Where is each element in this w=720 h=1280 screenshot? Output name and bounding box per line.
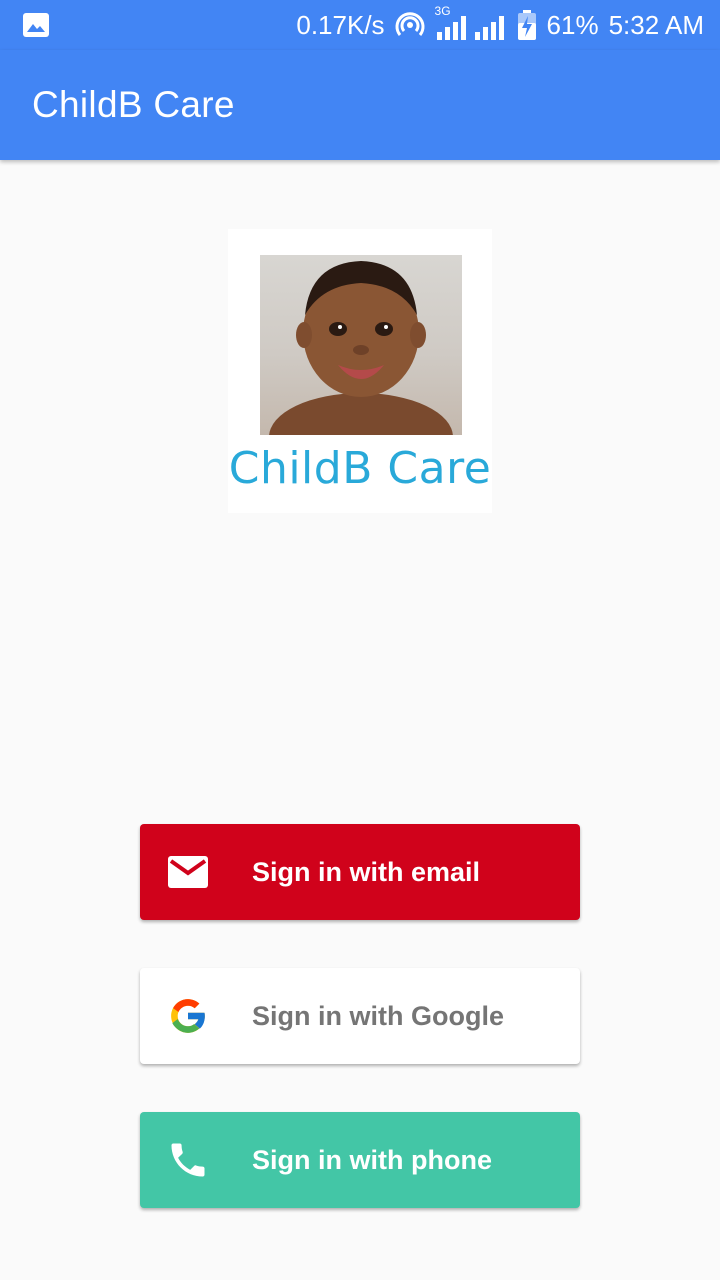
battery-charging-icon [517,10,537,40]
app-logo: ChildB Care [228,229,492,513]
email-icon [166,850,210,894]
baby-photo [260,255,462,435]
sign-in-google-label: Sign in with Google [252,1001,504,1031]
sign-in-phone-button[interactable]: Sign in with phone [140,1112,580,1208]
app-bar: ChildB Care [0,50,720,160]
status-bar: 0.17K/s 3G 61% 5:32 AM [0,0,720,50]
sign-in-google-button[interactable]: Sign in with Google [140,968,580,1064]
app-title: ChildB Care [32,84,235,125]
network-speed: 0.17K/s [296,10,385,40]
hotspot-icon [395,10,425,40]
sign-in-email-label: Sign in with email [252,857,481,887]
google-icon [166,994,210,1038]
network-type: 3G [434,4,451,18]
phone-icon [166,1138,210,1182]
sign-in-email-button[interactable]: Sign in with email [140,824,580,920]
signal-icon: 3G [435,4,507,40]
logo-text: ChildB Care [228,443,492,494]
image-icon [22,12,50,38]
clock: 5:32 AM [608,10,704,40]
sign-in-phone-label: Sign in with phone [252,1145,492,1175]
battery-level: 61% [546,10,599,40]
